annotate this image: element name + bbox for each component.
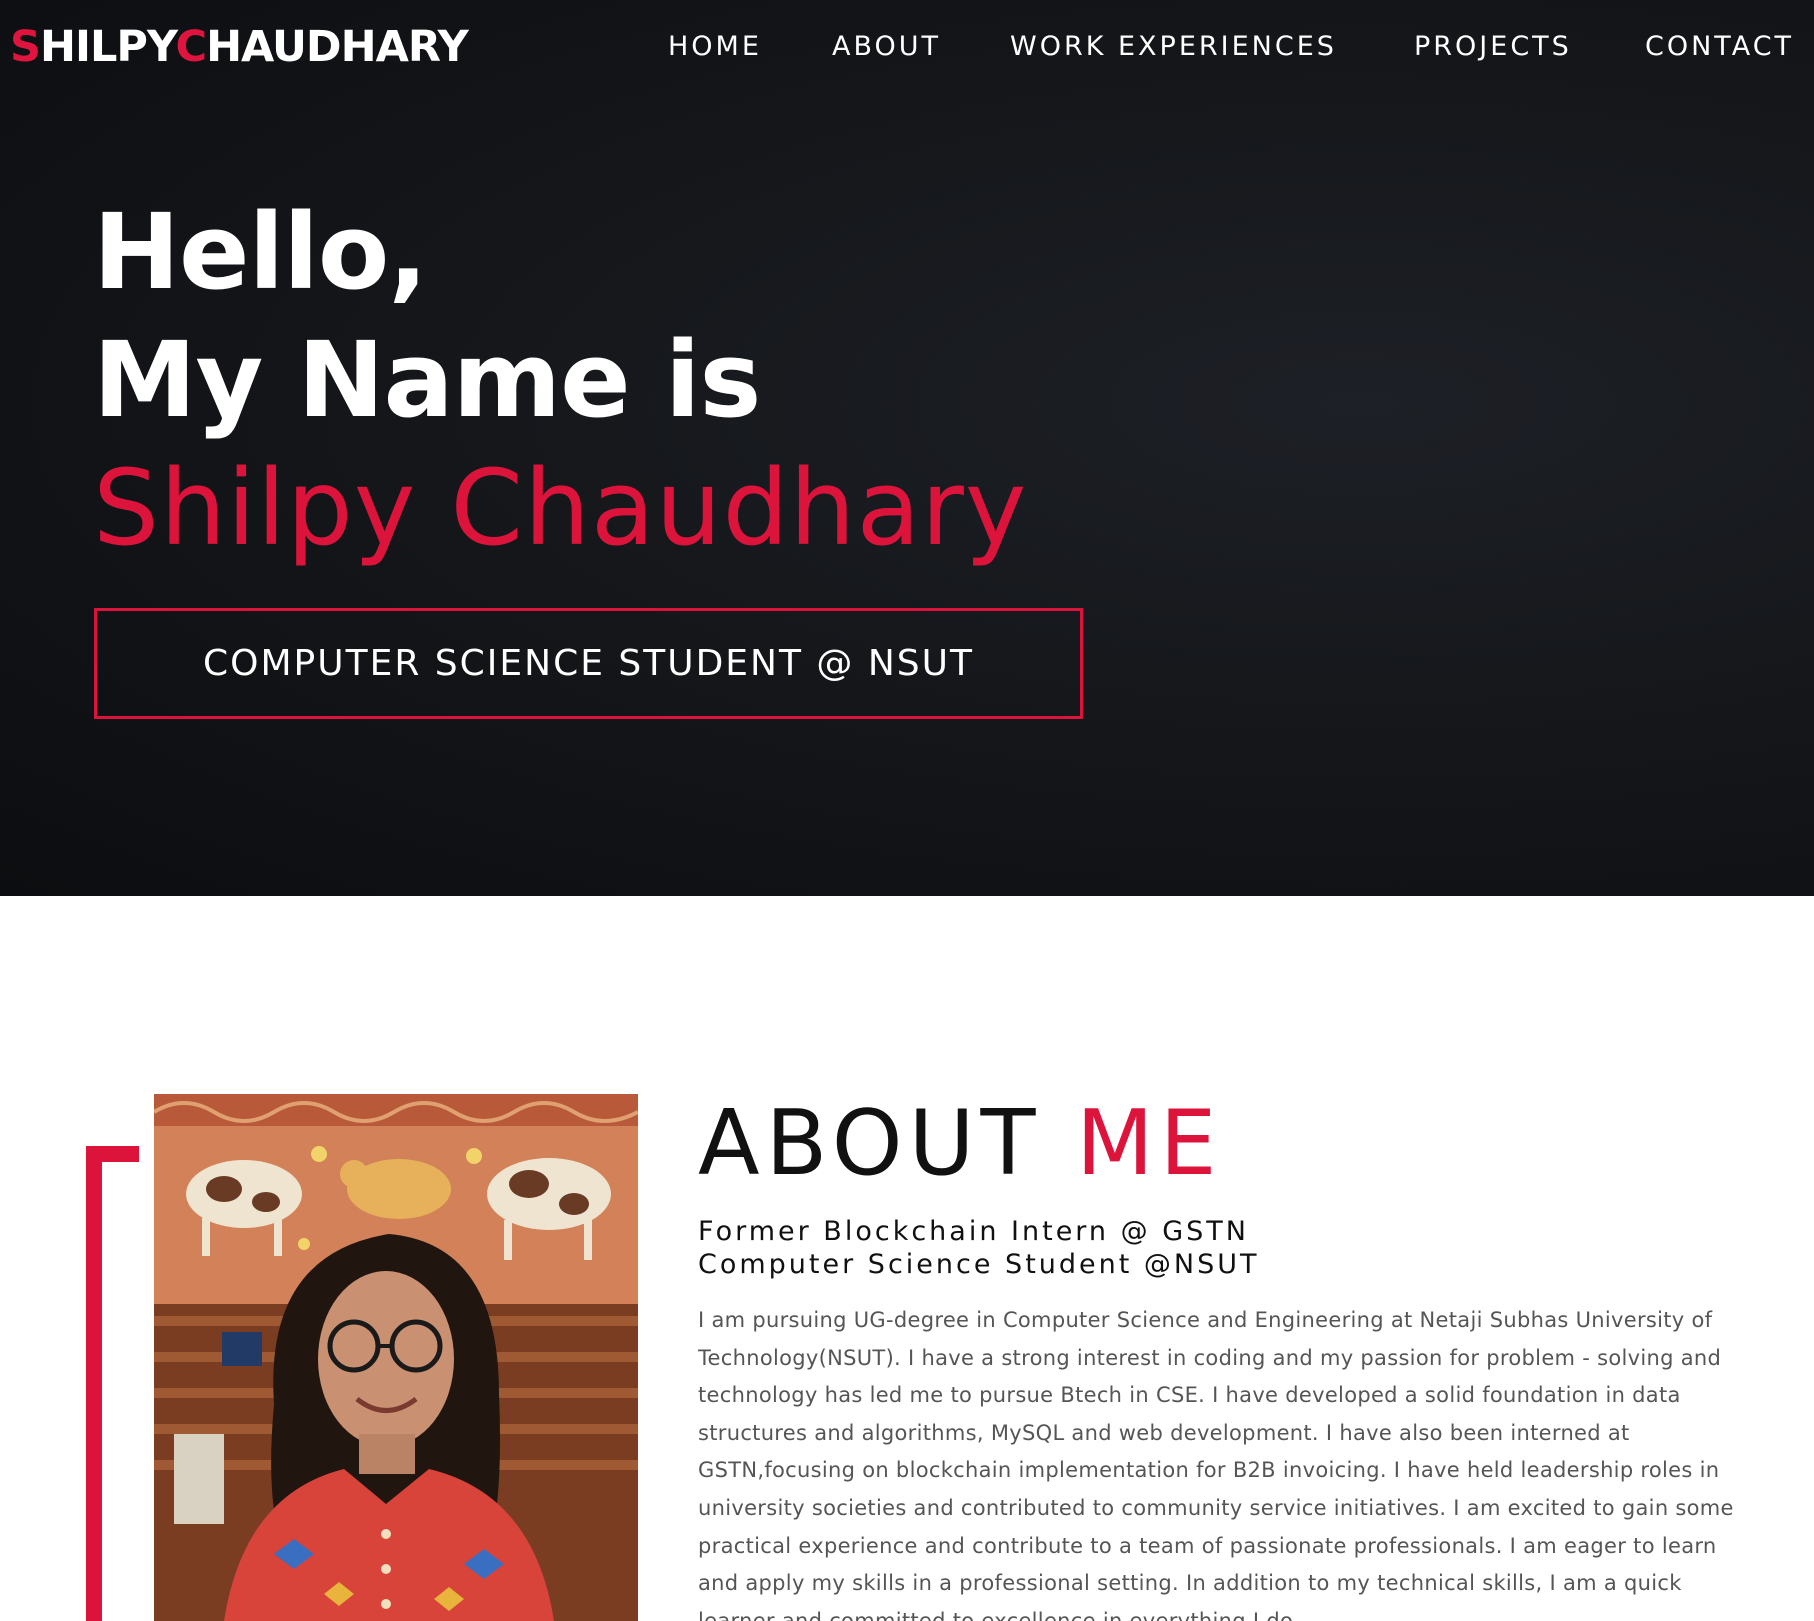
profile-photo <box>154 1094 638 1621</box>
hero-tagline: COMPUTER SCIENCE STUDENT @ NSUT <box>203 643 974 684</box>
navbar: SHILPYCHAUDHARY HOME ABOUT WORK EXPERIEN… <box>0 0 1814 95</box>
nav-projects-link[interactable]: PROJECTS <box>1414 31 1572 62</box>
logo-last-rest: HAUDHARY <box>206 22 469 72</box>
about-title-main: ABOUT <box>698 1091 1042 1196</box>
decorative-bracket <box>86 1146 139 1621</box>
about-bio: I am pursuing UG-degree in Computer Scie… <box>698 1308 1734 1621</box>
site-logo[interactable]: SHILPYCHAUDHARY <box>10 22 469 72</box>
logo-last-initial: C <box>175 22 208 72</box>
nav-about-link[interactable]: ABOUT <box>832 31 941 62</box>
hero-greeting: Hello, My Name is <box>93 188 761 444</box>
hero-name: Shilpy Chaudhary <box>93 447 1028 569</box>
hero-greeting-line1: Hello, <box>93 191 428 313</box>
nav-contact-link[interactable]: CONTACT <box>1645 31 1794 62</box>
about-title-accent: ME <box>1076 1091 1223 1196</box>
nav-home-link[interactable]: HOME <box>668 31 762 62</box>
nav-work-experiences-link[interactable]: WORK EXPERIENCES <box>1010 31 1337 62</box>
hero-section: SHILPYCHAUDHARY HOME ABOUT WORK EXPERIEN… <box>0 0 1814 896</box>
hero-greeting-line2: My Name is <box>93 319 761 441</box>
about-title: ABOUT ME <box>698 1094 1223 1194</box>
about-subtitle-intern: Former Blockchain Intern @ GSTN <box>698 1216 1249 1247</box>
hero-tagline-box: COMPUTER SCIENCE STUDENT @ NSUT <box>94 608 1083 719</box>
about-section: ABOUT ME Former Blockchain Intern @ GSTN… <box>0 896 1814 1621</box>
logo-first-initial: S <box>10 22 41 72</box>
logo-first-rest: HILPY <box>39 22 177 72</box>
about-subtitle-student: Computer Science Student @NSUT <box>698 1249 1260 1280</box>
